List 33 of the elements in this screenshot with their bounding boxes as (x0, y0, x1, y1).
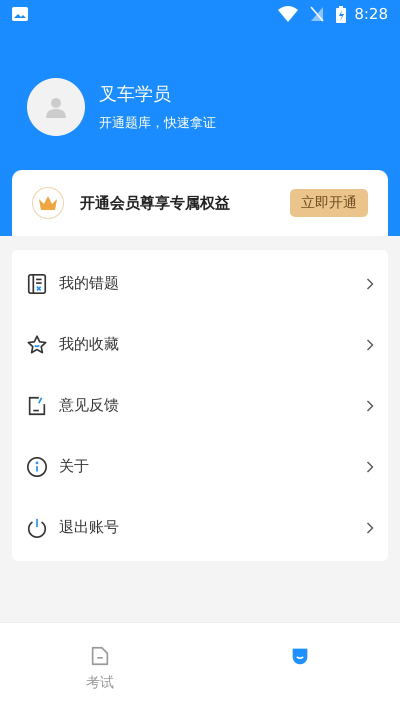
wifi-icon (278, 6, 298, 22)
power-icon (26, 516, 48, 538)
menu-label: 退出账号 (59, 517, 120, 538)
crown-icon (38, 195, 58, 211)
menu-item[interactable]: 我的错题 (12, 253, 388, 314)
menu-label: 我的收藏 (59, 334, 120, 356)
image-icon (12, 7, 28, 21)
menu-label: 我的错题 (59, 273, 120, 294)
chevron-right-icon (366, 400, 374, 412)
info-icon (26, 456, 48, 478)
menu-item[interactable]: 意见反馈 (12, 375, 388, 436)
menu-item[interactable]: 退出账号 (12, 497, 388, 558)
menu-label: 关于 (59, 456, 90, 478)
user-name: 叉车学员 (99, 82, 172, 107)
nav-label: 考试 (86, 674, 114, 693)
chevron-right-icon (366, 522, 374, 534)
chevron-right-icon (366, 338, 374, 350)
activate-button[interactable]: 立即开通 (290, 189, 368, 217)
menu-item[interactable]: 我的收藏 (12, 314, 388, 375)
edit-icon (26, 394, 48, 416)
status-time: 8:28 (354, 4, 388, 25)
menu-item[interactable]: 关于 (12, 436, 388, 497)
vip-text: 开通会员尊享专属权益 (80, 192, 231, 214)
chevron-right-icon (366, 278, 374, 290)
chevron-right-icon (366, 460, 374, 472)
user-subtitle: 开通题库，快速拿证 (99, 114, 216, 133)
person-icon (45, 96, 67, 118)
battery-icon (336, 6, 346, 22)
star-icon (26, 334, 48, 356)
menu-label: 意见反馈 (59, 395, 120, 416)
no-signal-icon (310, 6, 324, 22)
notebook-icon (26, 272, 48, 294)
folder-icon (89, 645, 111, 667)
